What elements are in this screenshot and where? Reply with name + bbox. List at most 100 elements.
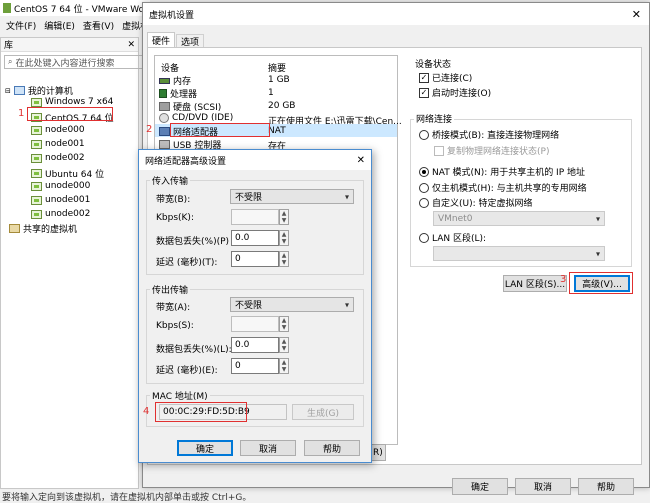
vm-label: unode000: [45, 181, 91, 191]
chevron-down-icon: ▾: [595, 214, 600, 223]
network-connection-title: 网络连接: [414, 112, 455, 125]
lan-segments-button[interactable]: LAN 区段(S)...: [503, 275, 567, 292]
settings-cancel-button[interactable]: 取消: [515, 478, 571, 495]
library-search-input[interactable]: 在此处键入内容进行搜索: [15, 56, 114, 69]
vm-label: node001: [45, 139, 85, 149]
out-latency-input[interactable]: 0: [231, 358, 279, 374]
tab-hardware[interactable]: 硬件: [147, 32, 175, 47]
menu-view[interactable]: 查看(V): [83, 19, 114, 32]
chevron-down-icon: ▾: [595, 249, 600, 258]
main-window-title: CentOS 7 64 位 - VMware Workstation: [14, 4, 150, 15]
spin-down-icon[interactable]: ▼: [282, 238, 287, 245]
spin-up-icon[interactable]: ▲: [282, 359, 287, 366]
advanced-ok-button[interactable]: 确定: [177, 440, 233, 456]
radio-icon: [419, 232, 429, 243]
advanced-help-button[interactable]: 帮助: [304, 440, 360, 456]
menu-edit[interactable]: 编辑(E): [44, 19, 75, 32]
generate-mac-button[interactable]: 生成(G): [292, 404, 354, 420]
tree-vm-ubuntu[interactable]: Ubuntu 64 位: [31, 167, 104, 180]
out-loss-stepper[interactable]: ▲ ▼: [279, 337, 289, 353]
column-header-device[interactable]: 设备: [161, 61, 179, 74]
spin-up-icon[interactable]: ▲: [282, 210, 287, 217]
spin-down-icon[interactable]: ▼: [282, 217, 287, 224]
usb-icon: [159, 140, 170, 149]
settings-title: 虚拟机设置: [149, 10, 195, 21]
radio-icon: [419, 129, 429, 140]
spin-down-icon[interactable]: ▼: [282, 366, 287, 373]
in-loss-label: 数据包丢失(%)(P): [156, 237, 230, 247]
settings-ok-button[interactable]: 确定: [452, 478, 508, 495]
tree-vm-node000[interactable]: node000: [31, 125, 85, 135]
vmnet-select[interactable]: VMnet0 ▾: [433, 211, 605, 226]
radio-nat[interactable]: NAT 模式(N): 用于共享主机的 IP 地址: [419, 165, 585, 178]
connected-checkbox[interactable]: ✓ 已连接(C): [419, 71, 472, 84]
device-name: 处理器: [170, 90, 198, 100]
radio-bridged-label: 桥接模式(B): 直接连接物理网络: [432, 131, 560, 141]
out-loss-input[interactable]: 0.0: [231, 337, 279, 353]
device-name: CD/DVD (IDE): [172, 113, 234, 123]
vmware-logo-icon: [3, 3, 11, 13]
tree-vm-unode001[interactable]: unode001: [31, 195, 90, 205]
spin-down-icon[interactable]: ▼: [282, 324, 287, 331]
chevron-down-icon: ▾: [344, 192, 349, 201]
tree-vm-unode000[interactable]: unode000: [31, 181, 90, 191]
cdrom-icon: [159, 113, 169, 123]
connect-on-start-checkbox[interactable]: ✓ 启动时连接(O): [419, 86, 491, 99]
in-bandwidth-value: 不受限: [235, 193, 263, 203]
vmnet-value: VMnet0: [438, 213, 473, 224]
tab-options[interactable]: 选项: [176, 34, 204, 48]
tree-vm-unode002[interactable]: unode002: [31, 209, 90, 219]
spin-up-icon[interactable]: ▲: [282, 338, 287, 345]
close-icon[interactable]: ✕: [127, 40, 135, 50]
replicate-checkbox[interactable]: 复制物理网络连接状态(P): [434, 144, 549, 157]
advanced-cancel-button[interactable]: 取消: [240, 440, 296, 456]
in-kbps-stepper[interactable]: ▲ ▼: [279, 209, 289, 225]
out-bandwidth-select[interactable]: 不受限 ▾: [230, 297, 354, 312]
tree-vm-windows7[interactable]: Windows 7 x64: [31, 97, 113, 107]
radio-hostonly[interactable]: 仅主机模式(H): 与主机共享的专用网络: [419, 181, 587, 194]
lan-segment-select[interactable]: ▾: [433, 246, 605, 261]
tree-vm-node001[interactable]: node001: [31, 139, 85, 149]
tree-vm-node002[interactable]: node002: [31, 153, 85, 163]
radio-icon: [419, 197, 429, 208]
radio-bridged[interactable]: 桥接模式(B): 直接连接物理网络: [419, 128, 559, 141]
device-row-cdrom[interactable]: CD/DVD (IDE): [159, 113, 233, 123]
device-summary: 20 GB: [268, 101, 296, 111]
remove-button[interactable]: R): [370, 444, 386, 461]
in-kbps-input[interactable]: [231, 209, 279, 225]
in-latency-stepper[interactable]: ▲ ▼: [279, 251, 289, 267]
close-icon[interactable]: ✕: [632, 8, 641, 21]
in-bandwidth-select[interactable]: 不受限 ▾: [230, 189, 354, 204]
tree-shared-vms[interactable]: 共享的虚拟机: [9, 222, 77, 235]
close-icon[interactable]: ✕: [357, 155, 365, 166]
radio-lan[interactable]: LAN 区段(L):: [419, 231, 486, 244]
library-search[interactable]: ⌕ 在此处键入内容进行搜索: [4, 55, 146, 69]
in-loss-stepper[interactable]: ▲ ▼: [279, 230, 289, 246]
out-loss-label: 数据包丢失(%)(L):: [156, 345, 232, 355]
memory-icon: [159, 77, 170, 84]
device-row-memory[interactable]: 内存: [159, 74, 191, 87]
out-bandwidth-label: 带宽(A):: [156, 303, 191, 313]
vm-icon: [31, 125, 42, 135]
radio-custom[interactable]: 自定义(U): 特定虚拟网络: [419, 196, 533, 209]
spin-up-icon[interactable]: ▲: [282, 317, 287, 324]
device-row-disk[interactable]: 硬盘 (SCSI): [159, 100, 221, 113]
out-latency-stepper[interactable]: ▲ ▼: [279, 358, 289, 374]
menu-file[interactable]: 文件(F): [6, 19, 36, 32]
settings-title-bar: 虚拟机设置 ✕: [143, 3, 649, 25]
device-row-cpu[interactable]: 处理器: [159, 87, 197, 100]
out-kbps-stepper[interactable]: ▲ ▼: [279, 316, 289, 332]
settings-help-button[interactable]: 帮助: [578, 478, 634, 495]
collapse-icon[interactable]: ⊟: [5, 87, 11, 95]
spin-up-icon[interactable]: ▲: [282, 231, 287, 238]
in-latency-input[interactable]: 0: [231, 251, 279, 267]
in-loss-input[interactable]: 0.0: [231, 230, 279, 246]
spin-down-icon[interactable]: ▼: [282, 345, 287, 352]
column-header-summary[interactable]: 摘要: [268, 61, 286, 74]
spin-down-icon[interactable]: ▼: [282, 259, 287, 266]
radio-lan-label: LAN 区段(L):: [432, 234, 487, 244]
out-kbps-input[interactable]: [231, 316, 279, 332]
tree-my-computer[interactable]: ⊟ 我的计算机: [5, 84, 73, 97]
spin-up-icon[interactable]: ▲: [282, 252, 287, 259]
radio-icon: [419, 182, 429, 193]
